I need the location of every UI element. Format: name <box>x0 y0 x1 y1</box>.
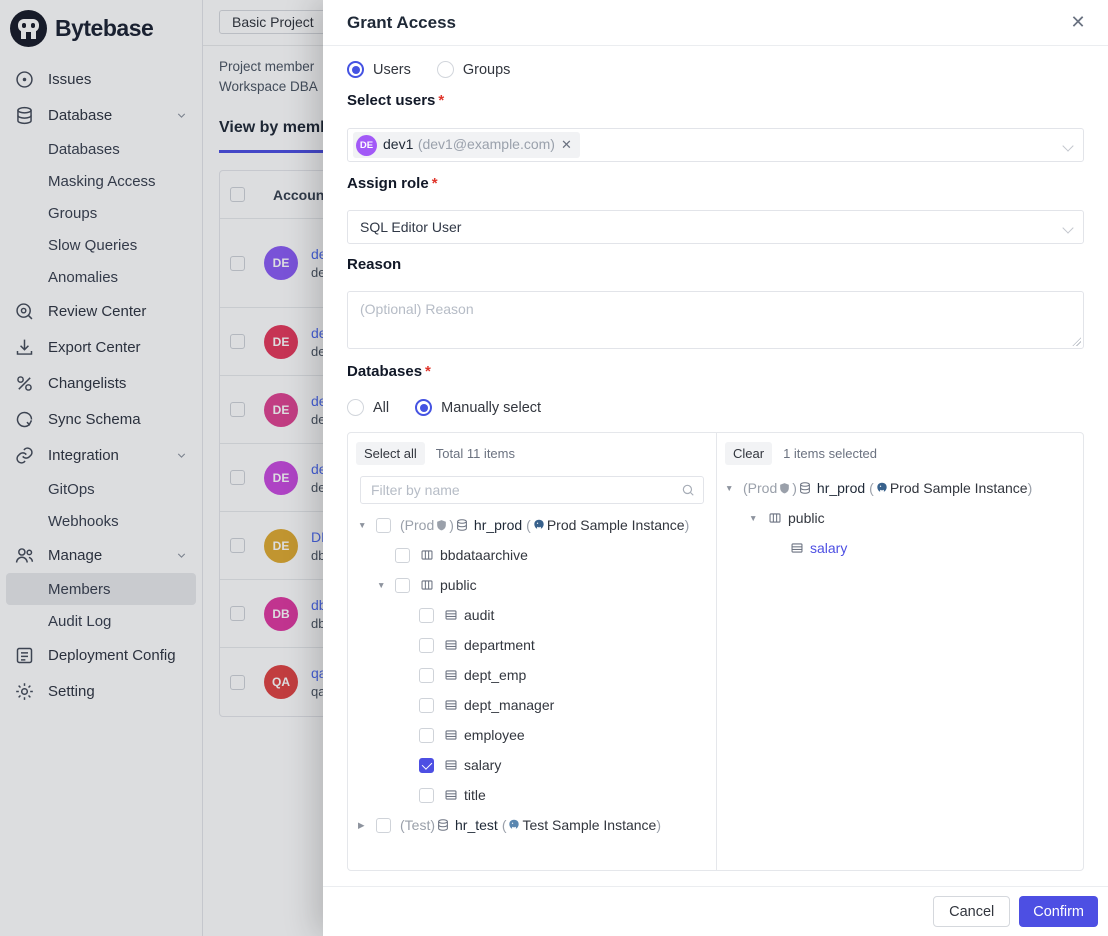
clear-button[interactable]: Clear <box>725 442 772 465</box>
tree-row-bbdataarchive[interactable]: bbdataarchive <box>348 540 716 570</box>
required-asterisk: * <box>438 92 444 109</box>
tree-row-employee[interactable]: employee <box>348 720 716 750</box>
modal-body: Users Groups Select users* DE dev1 (dev1… <box>323 46 1108 871</box>
tree-checkbox[interactable] <box>419 668 434 683</box>
databases-scope-radio-group: All Manually select <box>347 395 1084 420</box>
table-icon <box>444 728 458 742</box>
table-icon <box>444 668 458 682</box>
modal-footer: Cancel Confirm <box>323 886 1108 936</box>
chip-user-name: dev1 <box>383 136 413 152</box>
picker-source-panel: Select all Total 11 items (Prod ) <box>348 433 717 870</box>
tree-checkbox[interactable] <box>419 698 434 713</box>
table-icon <box>444 698 458 712</box>
database-picker: Select all Total 11 items (Prod ) <box>347 432 1084 871</box>
table-icon <box>444 758 458 772</box>
tree-expand-icon[interactable] <box>725 483 743 494</box>
postgres-icon <box>532 518 546 532</box>
users-radio-label[interactable]: Users <box>373 62 411 78</box>
tree-row-title[interactable]: title <box>348 780 716 810</box>
reason-label: Reason <box>347 256 1084 273</box>
table-icon <box>790 541 804 555</box>
groups-radio[interactable] <box>437 61 454 78</box>
total-items-text: Total 11 items <box>436 446 515 461</box>
search-icon <box>681 483 695 497</box>
schema-icon <box>420 578 434 592</box>
selected-count-text: 1 items selected <box>783 446 877 461</box>
shield-icon <box>435 519 448 532</box>
database-icon <box>436 818 450 832</box>
tree-expand-icon[interactable] <box>358 520 376 531</box>
required-asterisk: * <box>432 175 438 192</box>
member-type-radio-group: Users Groups <box>347 57 1084 82</box>
postgres-icon <box>507 818 521 832</box>
database-icon <box>455 518 469 532</box>
tree-row-dept-emp[interactable]: dept_emp <box>348 660 716 690</box>
tree-checkbox-checked[interactable] <box>419 758 434 773</box>
avatar: DE <box>356 135 377 156</box>
reason-placeholder: (Optional) Reason <box>360 301 474 317</box>
modal-header: Grant Access <box>323 0 1108 46</box>
table-icon <box>444 638 458 652</box>
picker-selected-panel: Clear 1 items selected (Prod ) hr_prod (… <box>717 433 1083 870</box>
schema-icon <box>768 511 782 525</box>
table-icon <box>444 788 458 802</box>
table-icon <box>444 608 458 622</box>
reason-textarea[interactable]: (Optional) Reason <box>347 291 1084 349</box>
required-asterisk: * <box>425 363 431 380</box>
tree-collapse-icon[interactable] <box>358 820 376 831</box>
tree-expand-icon[interactable] <box>377 580 395 591</box>
tree-row-public[interactable]: public <box>348 570 716 600</box>
modal-title: Grant Access <box>347 13 456 33</box>
chevron-down-icon <box>1062 222 1073 233</box>
tree-row-hr-prod[interactable]: (Prod ) hr_prod ( Prod Sample Instance ) <box>348 510 716 540</box>
tree-checkbox[interactable] <box>419 788 434 803</box>
resize-handle[interactable] <box>1072 337 1081 346</box>
assign-role-label: Assign role* <box>347 175 1084 192</box>
tree-row-audit[interactable]: audit <box>348 600 716 630</box>
manually-select-radio[interactable] <box>415 399 432 416</box>
users-radio[interactable] <box>347 61 364 78</box>
schema-icon <box>420 548 434 562</box>
tree-checkbox[interactable] <box>419 608 434 623</box>
tree-row-hr-test[interactable]: (Test) hr_test ( Test Sample Instance ) <box>348 810 716 840</box>
select-all-button[interactable]: Select all <box>356 442 425 465</box>
all-databases-radio-label[interactable]: All <box>373 400 389 416</box>
database-icon <box>798 481 812 495</box>
all-databases-radio[interactable] <box>347 399 364 416</box>
manually-select-radio-label[interactable]: Manually select <box>441 400 541 416</box>
tree-row-dept-manager[interactable]: dept_manager <box>348 690 716 720</box>
filter-field <box>360 476 704 504</box>
grant-access-modal: Grant Access Users Groups Select users* … <box>323 0 1108 936</box>
databases-label: Databases* <box>347 363 1084 380</box>
selected-row-salary[interactable]: salary <box>717 533 1083 563</box>
assign-role-select[interactable]: SQL Editor User <box>347 210 1084 244</box>
selected-row-hr-prod[interactable]: (Prod ) hr_prod ( Prod Sample Instance ) <box>717 473 1083 503</box>
selected-row-public[interactable]: public <box>717 503 1083 533</box>
shield-icon <box>778 482 791 495</box>
chip-user-email: (dev1@example.com) <box>418 136 555 152</box>
select-users-label: Select users* <box>347 92 1084 109</box>
tree-checkbox[interactable] <box>376 518 391 533</box>
tree-checkbox[interactable] <box>395 548 410 563</box>
tree-checkbox[interactable] <box>376 818 391 833</box>
selected-table-name: salary <box>810 540 847 556</box>
tree-checkbox[interactable] <box>419 728 434 743</box>
tree-row-department[interactable]: department <box>348 630 716 660</box>
assign-role-value: SQL Editor User <box>360 219 461 235</box>
cancel-button[interactable]: Cancel <box>933 896 1010 927</box>
groups-radio-label[interactable]: Groups <box>463 62 511 78</box>
remove-user-icon[interactable] <box>561 137 572 153</box>
chevron-down-icon <box>1062 140 1073 151</box>
tree-checkbox[interactable] <box>419 638 434 653</box>
postgres-icon <box>875 481 889 495</box>
filter-input[interactable] <box>360 476 704 504</box>
confirm-button[interactable]: Confirm <box>1019 896 1098 927</box>
close-icon[interactable] <box>1064 8 1092 36</box>
tree-expand-icon[interactable] <box>749 513 767 524</box>
tree-row-salary[interactable]: salary <box>348 750 716 780</box>
user-chip: DE dev1 (dev1@example.com) <box>353 132 580 158</box>
app: Bytebase Issues Database Databases Maski… <box>0 0 1108 936</box>
tree-checkbox[interactable] <box>395 578 410 593</box>
select-users-input[interactable]: DE dev1 (dev1@example.com) <box>347 128 1084 162</box>
